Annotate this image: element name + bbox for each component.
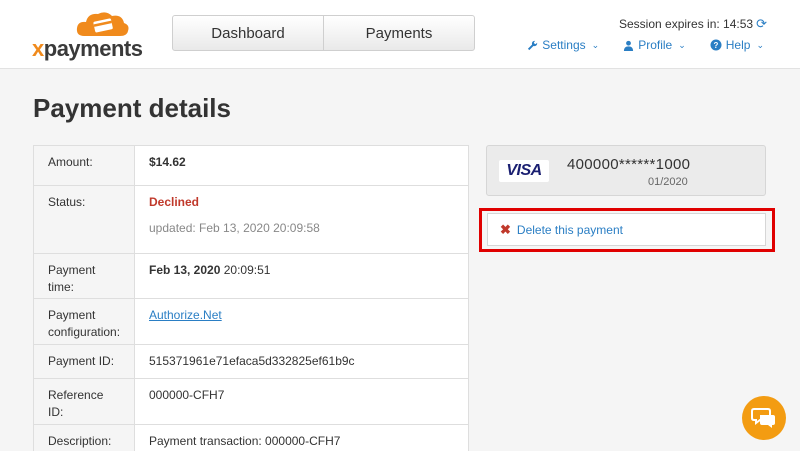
status-cell: Declined updated: Feb 13, 2020 20:09:58 [135, 186, 468, 253]
chevron-down-icon: ⌄ [756, 39, 764, 50]
payment-config-label: Payment configuration: [34, 299, 135, 344]
table-row: Reference ID: 000000-CFH7 [34, 379, 468, 425]
table-row: Payment time: Feb 13, 2020 20:09:51 [34, 254, 468, 299]
description-label: Description: [34, 425, 135, 451]
chat-bubble-icon [751, 408, 775, 428]
payment-time-label: Payment time: [34, 254, 135, 298]
table-row: Payment ID: 515371961e71efaca5d332825ef6… [34, 345, 468, 379]
refresh-icon[interactable]: ⟳ [756, 16, 767, 32]
payment-date: Feb 13, 2020 [149, 263, 221, 277]
status-updated: updated: Feb 13, 2020 20:09:58 [149, 221, 320, 235]
payment-id-value: 515371961e71efaca5d332825ef61b9c [149, 354, 355, 368]
xpayments-logo[interactable]: xpayments [32, 10, 147, 61]
chevron-down-icon: ⌄ [591, 39, 600, 50]
reference-id-label: Reference ID: [34, 379, 135, 424]
wrench-icon [528, 40, 538, 50]
svg-text:?: ? [713, 41, 718, 50]
settings-label: Settings [542, 38, 586, 52]
settings-menu[interactable]: Settings ⌄ [527, 38, 599, 52]
card-summary: VISA 400000******1000 01/2020 [486, 145, 766, 196]
payment-config-link[interactable]: Authorize.Net [149, 308, 222, 322]
table-row: Status: Declined updated: Feb 13, 2020 2… [34, 186, 468, 254]
amount-label: Amount: [34, 146, 135, 185]
page-title: Payment details [33, 93, 231, 123]
payment-time-value: Feb 13, 2020 20:09:51 [135, 254, 468, 298]
top-header: xpayments Dashboard Payments Session exp… [0, 0, 800, 69]
profile-menu[interactable]: Profile ⌄ [623, 38, 686, 52]
help-menu[interactable]: ? Help ⌄ [710, 38, 764, 52]
status-value: Declined [149, 195, 200, 209]
user-icon [624, 40, 634, 51]
session-timer: Session expires in: 14:53 ⟳ [619, 16, 767, 32]
description-value: Payment transaction: 000000-CFH7 [149, 434, 341, 448]
close-icon: ✖ [500, 221, 511, 237]
payment-config-cell: Authorize.Net [135, 299, 468, 344]
payment-clock: 20:09:51 [220, 263, 271, 277]
top-menu: Settings ⌄ Profile ⌄ ? Help ⌄ [527, 38, 764, 52]
table-row: Amount: $14.62 [34, 146, 468, 186]
delete-payment-button[interactable]: ✖ Delete this payment [487, 213, 766, 246]
tab-payments[interactable]: Payments [323, 16, 474, 50]
chat-button[interactable] [742, 396, 786, 440]
tab-dashboard[interactable]: Dashboard [173, 16, 323, 50]
chevron-down-icon: ⌄ [678, 39, 686, 50]
logo-cloud-icon [76, 12, 129, 36]
payment-id-label: Payment ID: [34, 345, 135, 378]
logo-wordmark: xpayments [32, 36, 143, 61]
help-label: Help [725, 38, 751, 52]
amount-value: $14.62 [149, 155, 186, 169]
delete-payment-label: Delete this payment [516, 222, 623, 237]
session-label: Session expires in: 14:53 [619, 17, 754, 31]
payment-details-table: Amount: $14.62 Status: Declined updated:… [33, 145, 469, 451]
reference-id-value: 000000-CFH7 [149, 388, 225, 402]
main-nav: Dashboard Payments [172, 15, 475, 51]
card-expiry: 01/2020 [648, 176, 688, 188]
status-label: Status: [34, 186, 135, 253]
profile-label: Profile [638, 38, 673, 52]
card-number: 400000******1000 [567, 156, 691, 173]
table-row: Payment configuration: Authorize.Net [34, 299, 468, 345]
table-row: Description: Payment transaction: 000000… [34, 425, 468, 451]
question-circle-icon: ? [710, 39, 722, 51]
visa-logo-icon: VISA [499, 160, 549, 182]
